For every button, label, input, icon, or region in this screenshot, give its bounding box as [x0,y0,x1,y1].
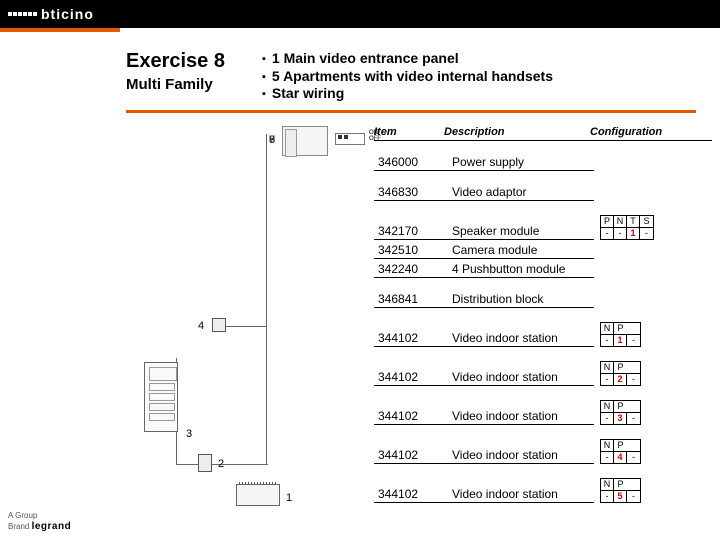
spec-bullets: 1 Main video entrance panel 5 Apartments… [262,50,553,103]
table-row: 344102Video indoor station NP-1- [374,322,712,347]
col-config: Configuration [590,126,712,138]
item-code: 344102 [374,409,444,425]
item-desc: Video indoor station [444,331,594,347]
item-desc: Distribution block [444,292,594,308]
item-desc: Video indoor station [444,409,594,425]
bullet-item: 5 Apartments with video internal handset… [262,68,553,86]
table-row: 346000Power supply [374,155,712,171]
item-config: NP-2- [594,361,712,386]
item-config: PNTS--1- [594,215,712,240]
item-config: NP-5- [594,478,712,503]
item-code: 344102 [374,331,444,347]
adaptor-icon [198,454,212,472]
config-box: PNTS--1- [600,215,654,240]
item-config: NP-3- [594,400,712,425]
table-row: 346841Distribution block [374,292,712,308]
wiring-diagram: 9ONOFF 8ONOFF 7ONOFF 6ONOFF 5ONOFF 4 3 2… [126,126,372,512]
config-box: NP-5- [600,478,641,503]
table-row: 3422404 Pushbutton module [374,262,712,278]
ep-label: 3 [186,428,192,440]
bullet-item: Star wiring [262,85,553,103]
item-desc: 4 Pushbutton module [444,262,594,278]
divider [126,110,696,113]
brand-logo [8,12,37,16]
item-desc: Power supply [444,155,594,171]
item-code: 346830 [374,185,444,201]
bullet-item: 1 Main video entrance panel [262,50,553,68]
brand-name: bticino [41,6,94,22]
col-desc: Description [444,126,590,138]
table-row: 342170Speaker module PNTS--1- [374,215,712,240]
item-code: 344102 [374,487,444,503]
item-code: 344102 [374,448,444,464]
table-row: 344102Video indoor station NP-2- [374,361,712,386]
col-item: Item [374,126,444,138]
item-code: 346000 [374,155,444,171]
config-box: NP-1- [600,322,641,347]
brand-bar: bticino [0,0,720,28]
brand-accent [0,28,120,32]
item-code: 342510 [374,243,444,259]
table-row: 346830Video adaptor [374,185,712,201]
item-code: 342240 [374,262,444,278]
item-desc: Video indoor station [444,487,594,503]
table-row: 342510Camera module [374,243,712,259]
distribution-node [212,318,226,332]
table-row: 344102Video indoor station NP-3- [374,400,712,425]
node-label: 4 [198,320,204,332]
item-config: NP-4- [594,439,712,464]
item-desc: Video indoor station [444,370,594,386]
config-box: NP-4- [600,439,641,464]
psu-label: 1 [286,492,292,504]
item-code: 344102 [374,370,444,386]
group-brand: A Group Brand legrand [8,512,71,532]
table-header: Item Description Configuration [374,126,712,141]
item-desc: Camera module [444,243,594,259]
entrance-panel-icon [144,362,178,432]
config-box: NP-3- [600,400,641,425]
config-box: NP-2- [600,361,641,386]
table-row: 344102Video indoor station NP-4- [374,439,712,464]
item-config: NP-1- [594,322,712,347]
item-table: Item Description Configuration 346000Pow… [374,126,712,503]
psu-icon [236,484,280,506]
adaptor-label: 2 [218,458,224,470]
item-code: 342170 [374,224,444,240]
item-desc: Video adaptor [444,185,594,201]
table-row: 344102Video indoor station NP-5- [374,478,712,503]
item-desc: Video indoor station [444,448,594,464]
item-code: 346841 [374,292,444,308]
item-desc: Speaker module [444,224,594,240]
